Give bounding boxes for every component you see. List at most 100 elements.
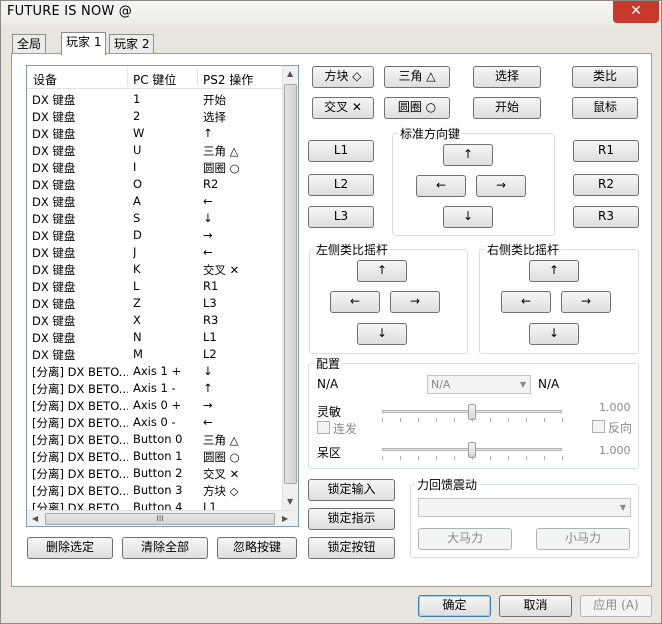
pc-key-cell: Axis 1 - bbox=[133, 381, 176, 395]
lock-button-button[interactable]: 锁定按钮 bbox=[308, 537, 395, 559]
config-select[interactable]: N/A ▼ bbox=[427, 375, 531, 394]
dpad-right-button[interactable]: → bbox=[476, 175, 526, 197]
big-motor-button[interactable]: 大马力 bbox=[418, 528, 512, 550]
table-row[interactable]: DX 键盘 M L2 bbox=[27, 346, 285, 363]
column-device[interactable]: 设备 bbox=[33, 71, 57, 88]
cross-button[interactable]: 交叉 ✕ bbox=[312, 97, 374, 119]
analog-button[interactable]: 类比 bbox=[572, 66, 638, 88]
circle-button[interactable]: 圆圈 ○ bbox=[384, 97, 450, 119]
turbo-label: 连发 bbox=[333, 422, 358, 436]
tab-player-2[interactable]: 玩家 2 bbox=[109, 34, 155, 54]
small-motor-button[interactable]: 小马力 bbox=[536, 528, 630, 550]
dpad-left-button[interactable]: ← bbox=[416, 175, 466, 197]
table-row[interactable]: DX 键盘 U 三角 △ bbox=[27, 142, 285, 159]
left-stick-left-button[interactable]: ← bbox=[330, 291, 380, 313]
ps2-action-cell: R3 bbox=[203, 313, 219, 327]
cancel-button[interactable]: 取消 bbox=[499, 595, 572, 617]
left-stick-up-button[interactable]: ↑ bbox=[357, 260, 407, 282]
scroll-up-icon[interactable]: ▲ bbox=[287, 69, 293, 78]
tab-global[interactable]: 全局 bbox=[12, 34, 47, 54]
left-stick-down-button[interactable]: ↓ bbox=[357, 323, 407, 345]
table-row[interactable]: DX 键盘 N L1 bbox=[27, 329, 285, 346]
apply-button[interactable]: 应用 (A) bbox=[580, 595, 652, 617]
square-button[interactable]: 方块 ◇ bbox=[312, 66, 374, 88]
mouse-button[interactable]: 鼠标 bbox=[572, 97, 638, 119]
lock-input-button[interactable]: 锁定输入 bbox=[308, 479, 395, 501]
table-row[interactable]: DX 键盘 I 圆圈 ○ bbox=[27, 159, 285, 176]
table-row[interactable]: DX 键盘 D → bbox=[27, 227, 285, 244]
left-stick-label: 左侧类比摇杆 bbox=[314, 241, 391, 258]
config-select-value: N/A bbox=[431, 378, 451, 391]
table-row[interactable]: [分离] DX BETO... Axis 0 + → bbox=[27, 397, 285, 414]
table-row[interactable]: DX 键盘 K 交叉 ✕ bbox=[27, 261, 285, 278]
l1-button[interactable]: L1 bbox=[308, 140, 374, 162]
table-row[interactable]: DX 键盘 X R3 bbox=[27, 312, 285, 329]
table-row[interactable]: DX 键盘 O R2 bbox=[27, 176, 285, 193]
horizontal-scroll-thumb[interactable]: III bbox=[45, 513, 275, 525]
start-button[interactable]: 开始 bbox=[473, 97, 541, 119]
close-button[interactable]: ✕ bbox=[613, 1, 659, 23]
table-row[interactable]: DX 键盘 J ← bbox=[27, 244, 285, 261]
l3-button[interactable]: L3 bbox=[308, 206, 374, 228]
reverse-checkbox[interactable] bbox=[592, 420, 605, 433]
r3-button[interactable]: R3 bbox=[573, 206, 639, 228]
scroll-down-icon[interactable]: ▼ bbox=[287, 497, 293, 506]
force-feedback-select[interactable]: ▼ bbox=[418, 498, 631, 517]
vertical-scroll-thumb[interactable] bbox=[284, 84, 297, 484]
device-cell: [分离] DX BETO... bbox=[32, 484, 128, 498]
table-row[interactable]: DX 键盘 1 开始 bbox=[27, 91, 285, 108]
device-cell: [分离] DX BETO... bbox=[32, 416, 128, 430]
table-row[interactable]: [分离] DX BETO... Button 2 交叉 ✕ bbox=[27, 465, 285, 482]
ignore-key-button[interactable]: 忽略按键 bbox=[217, 537, 297, 559]
table-row[interactable]: [分离] DX BETO... Axis 1 + ↓ bbox=[27, 363, 285, 380]
vertical-scrollbar[interactable]: ▲ ▼ bbox=[282, 66, 298, 510]
table-row[interactable]: DX 键盘 A ← bbox=[27, 193, 285, 210]
r2-button[interactable]: R2 bbox=[573, 174, 639, 196]
ps2-action-cell: ← bbox=[203, 194, 213, 208]
r1-button[interactable]: R1 bbox=[573, 140, 639, 162]
table-row[interactable]: DX 键盘 L R1 bbox=[27, 278, 285, 295]
l2-button[interactable]: L2 bbox=[308, 174, 374, 196]
scroll-left-icon[interactable]: ◀ bbox=[32, 514, 38, 523]
device-cell: DX 键盘 bbox=[32, 314, 76, 328]
ps2-action-cell: 三角 △ bbox=[203, 144, 239, 158]
dpad-up-button[interactable]: ↑ bbox=[443, 144, 493, 166]
device-cell: [分离] DX BETO... bbox=[32, 467, 128, 481]
table-row[interactable]: DX 键盘 Z L3 bbox=[27, 295, 285, 312]
table-row[interactable]: [分离] DX BETO... Button 3 方块 ◇ bbox=[27, 482, 285, 499]
turbo-checkbox[interactable] bbox=[317, 421, 330, 434]
right-stick-left-button[interactable]: ← bbox=[501, 291, 551, 313]
pc-key-cell: Button 1 bbox=[133, 449, 183, 463]
mapping-list[interactable]: 设备 PC 键位 PS2 操作 DX 键盘 1 开始 DX 键盘 2 选择 DX 键盘 W ↑ D… bbox=[26, 65, 299, 527]
right-stick-up-button[interactable]: ↑ bbox=[529, 260, 579, 282]
column-ps2-action[interactable]: PS2 操作 bbox=[203, 71, 253, 88]
left-stick-right-button[interactable]: → bbox=[390, 291, 440, 313]
delete-selected-button[interactable]: 删除选定 bbox=[27, 537, 113, 559]
table-row[interactable]: [分离] DX BETO... Button 1 圆圈 ○ bbox=[27, 448, 285, 465]
scroll-right-icon[interactable]: ▶ bbox=[282, 514, 288, 523]
column-pc-key[interactable]: PC 键位 bbox=[133, 71, 176, 88]
sensitivity-value: 1.000 bbox=[599, 401, 631, 414]
table-row[interactable]: [分离] DX BETO... Axis 0 - ← bbox=[27, 414, 285, 431]
horizontal-scrollbar[interactable]: ◀ III ▶ bbox=[27, 510, 298, 526]
dpad-down-button[interactable]: ↓ bbox=[443, 206, 493, 228]
device-cell: DX 键盘 bbox=[32, 178, 76, 192]
lock-indicator-button[interactable]: 锁定指示 bbox=[308, 508, 395, 530]
clear-all-button[interactable]: 清除全部 bbox=[122, 537, 208, 559]
table-row[interactable]: DX 键盘 W ↑ bbox=[27, 125, 285, 142]
right-stick-down-button[interactable]: ↓ bbox=[529, 323, 579, 345]
pc-key-cell: J bbox=[133, 245, 137, 259]
title-bar[interactable]: FUTURE IS NOW @ ✕ bbox=[1, 1, 661, 25]
right-stick-right-button[interactable]: → bbox=[561, 291, 611, 313]
table-row[interactable]: [分离] DX BETO... Axis 1 - ↑ bbox=[27, 380, 285, 397]
column-divider[interactable] bbox=[197, 68, 198, 86]
triangle-button[interactable]: 三角 △ bbox=[384, 66, 450, 88]
table-row[interactable]: [分离] DX BETO... Button 0 三角 △ bbox=[27, 431, 285, 448]
ok-button[interactable]: 确定 bbox=[418, 595, 491, 617]
select-button[interactable]: 选择 bbox=[473, 66, 541, 88]
device-cell: DX 键盘 bbox=[32, 348, 76, 362]
column-divider[interactable] bbox=[127, 68, 128, 86]
table-row[interactable]: DX 键盘 2 选择 bbox=[27, 108, 285, 125]
tab-player-1[interactable]: 玩家 1 bbox=[61, 32, 107, 55]
table-row[interactable]: DX 键盘 S ↓ bbox=[27, 210, 285, 227]
